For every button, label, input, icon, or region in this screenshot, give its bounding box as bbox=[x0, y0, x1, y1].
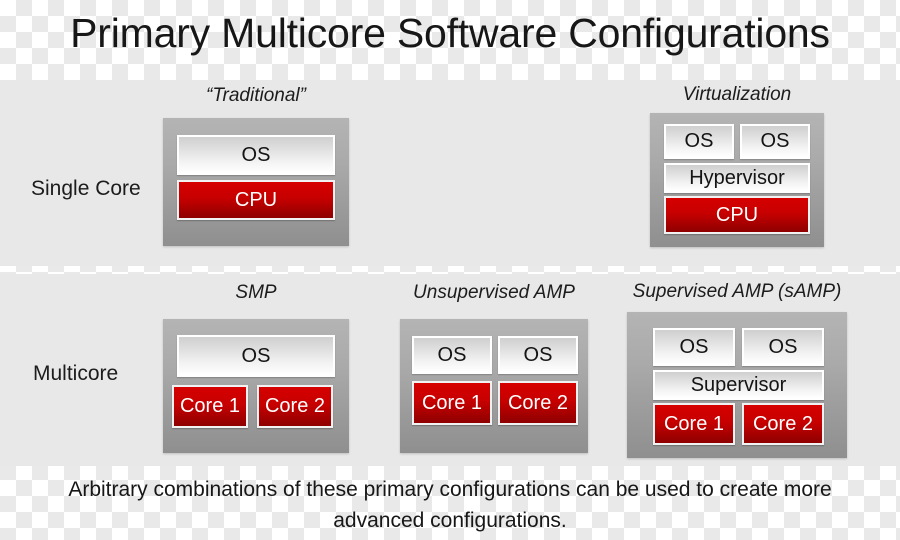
chassis-unsupervised-amp: OS OS Core 1 Core 2 bbox=[400, 319, 588, 453]
block-os[interactable]: OS bbox=[412, 336, 492, 374]
block-cpu[interactable]: CPU bbox=[177, 180, 335, 220]
block-core-1[interactable]: Core 1 bbox=[653, 403, 735, 445]
config-title-supervised-amp: Supervised AMP (sAMP) bbox=[632, 281, 842, 302]
block-os[interactable]: OS bbox=[653, 328, 735, 366]
block-core-2[interactable]: Core 2 bbox=[498, 381, 578, 425]
row-label-single-core: Single Core bbox=[31, 177, 141, 200]
block-os[interactable]: OS bbox=[498, 336, 578, 374]
block-os[interactable]: OS bbox=[177, 135, 335, 175]
footer-line-1: Arbitrary combinations of these primary … bbox=[68, 478, 832, 501]
row-label-multicore: Multicore bbox=[33, 362, 119, 385]
single-core-panel: Single Core “Traditional” OS CPU Virtual… bbox=[0, 80, 900, 266]
config-title-smp: SMP bbox=[235, 282, 277, 303]
config-title-virtualization: Virtualization bbox=[682, 84, 792, 105]
chassis-supervised-amp: OS OS Supervisor Core 1 Core 2 bbox=[627, 312, 847, 458]
chassis-virtualization: OS OS Hypervisor CPU bbox=[650, 113, 824, 247]
block-os[interactable]: OS bbox=[740, 124, 810, 159]
page-title: Primary Multicore Software Configuration… bbox=[70, 10, 830, 56]
multicore-panel: Multicore SMP OS Core 1 Core 2 Unsupervi… bbox=[0, 274, 900, 466]
block-core-1[interactable]: Core 1 bbox=[412, 381, 492, 425]
block-os[interactable]: OS bbox=[742, 328, 824, 366]
block-os[interactable]: OS bbox=[177, 335, 335, 377]
chassis-traditional: OS CPU bbox=[163, 118, 349, 246]
block-core-2[interactable]: Core 2 bbox=[742, 403, 824, 445]
block-cpu[interactable]: CPU bbox=[664, 196, 810, 234]
block-os[interactable]: OS bbox=[664, 124, 734, 159]
footer-line-2: advanced configurations. bbox=[333, 509, 567, 532]
footer-note: Arbitrary combinations of these primary … bbox=[0, 474, 900, 536]
config-title-traditional: “Traditional” bbox=[206, 85, 306, 106]
config-title-unsupervised-amp: Unsupervised AMP bbox=[413, 282, 575, 303]
block-supervisor[interactable]: Supervisor bbox=[653, 370, 824, 400]
block-core-1[interactable]: Core 1 bbox=[172, 385, 248, 428]
block-core-2[interactable]: Core 2 bbox=[257, 385, 333, 428]
chassis-smp: OS Core 1 Core 2 bbox=[163, 319, 349, 453]
block-hypervisor[interactable]: Hypervisor bbox=[664, 163, 810, 193]
